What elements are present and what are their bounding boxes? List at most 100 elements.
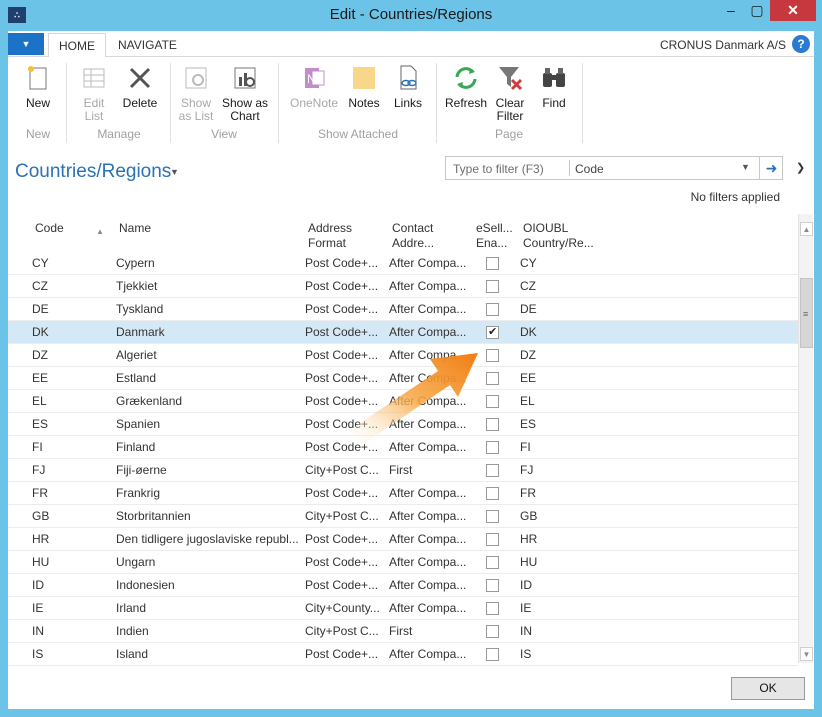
cell-address-format[interactable]: Post Code+... bbox=[305, 532, 381, 546]
tab-navigate[interactable]: NAVIGATE bbox=[108, 33, 187, 57]
cell-address-format[interactable]: Post Code+... bbox=[305, 302, 381, 316]
esell-checkbox[interactable] bbox=[486, 257, 499, 270]
arrow-right-icon[interactable]: ➜ bbox=[759, 157, 783, 179]
cell-address-format[interactable]: Post Code+... bbox=[305, 371, 381, 385]
cell-oioubl[interactable]: CZ bbox=[520, 279, 580, 293]
scroll-down-icon[interactable]: ▼ bbox=[800, 647, 813, 661]
cell-address-format[interactable]: Post Code+... bbox=[305, 647, 381, 661]
cell-oioubl[interactable]: FR bbox=[520, 486, 580, 500]
new-button[interactable]: New bbox=[20, 63, 56, 110]
cell-contact-address[interactable]: After Compa... bbox=[389, 532, 469, 546]
cell-contact-address[interactable]: After Compa... bbox=[389, 578, 469, 592]
esell-checkbox[interactable] bbox=[486, 510, 499, 523]
cell-oioubl[interactable]: DK bbox=[520, 325, 580, 339]
close-button[interactable]: ✕ bbox=[770, 0, 816, 21]
cell-code[interactable]: FR bbox=[32, 486, 92, 500]
cell-contact-address[interactable]: After Compa... bbox=[389, 371, 469, 385]
links-button[interactable]: Links bbox=[392, 63, 424, 110]
cell-code[interactable]: EE bbox=[32, 371, 92, 385]
column-header-esell[interactable]: eSell... Ena... bbox=[476, 221, 513, 251]
esell-checkbox[interactable] bbox=[486, 372, 499, 385]
table-row[interactable]: FI Finland Post Code+... After Compa... FI bbox=[8, 436, 798, 459]
cell-contact-address[interactable]: After Compa... bbox=[389, 647, 469, 661]
cell-code[interactable]: DK bbox=[32, 325, 92, 339]
cell-oioubl[interactable]: HU bbox=[520, 555, 580, 569]
filter-field-select[interactable]: Code bbox=[575, 162, 604, 176]
chevron-down-icon[interactable]: ▼ bbox=[741, 162, 750, 172]
cell-oioubl[interactable]: ES bbox=[520, 417, 580, 431]
esell-checkbox[interactable] bbox=[486, 648, 499, 661]
column-header-oioubl[interactable]: OIOUBL Country/Re... bbox=[523, 221, 594, 251]
cell-contact-address[interactable]: First bbox=[389, 624, 469, 638]
scroll-up-icon[interactable]: ▲ bbox=[800, 222, 813, 236]
cell-code[interactable]: EL bbox=[32, 394, 92, 408]
cell-contact-address[interactable]: After Compa... bbox=[389, 440, 469, 454]
cell-name[interactable]: Indonesien bbox=[116, 578, 298, 592]
refresh-button[interactable]: Refresh bbox=[444, 63, 488, 110]
onenote-button[interactable]: N OneNote bbox=[288, 63, 340, 110]
show-as-list-button[interactable]: Show as List bbox=[178, 63, 214, 123]
cell-name[interactable]: Storbritannien bbox=[116, 509, 298, 523]
table-row[interactable]: DK Danmark Post Code+... After Compa... DK bbox=[8, 321, 798, 344]
cell-address-format[interactable]: Post Code+... bbox=[305, 555, 381, 569]
esell-checkbox[interactable] bbox=[486, 349, 499, 362]
esell-checkbox[interactable] bbox=[486, 487, 499, 500]
cell-code[interactable]: HR bbox=[32, 532, 92, 546]
vertical-scrollbar[interactable]: ▲ ≡ ▼ bbox=[798, 214, 813, 663]
column-header-name[interactable]: Name bbox=[119, 221, 151, 236]
cell-oioubl[interactable]: DZ bbox=[520, 348, 580, 362]
cell-contact-address[interactable]: After Compa... bbox=[389, 256, 469, 270]
cell-address-format[interactable]: City+Post C... bbox=[305, 509, 381, 523]
cell-oioubl[interactable]: IN bbox=[520, 624, 580, 638]
cell-address-format[interactable]: Post Code+... bbox=[305, 394, 381, 408]
cell-contact-address[interactable]: After Compa... bbox=[389, 601, 469, 615]
cell-contact-address[interactable]: After Compa... bbox=[389, 555, 469, 569]
cell-code[interactable]: CY bbox=[32, 256, 92, 270]
cell-address-format[interactable]: Post Code+... bbox=[305, 440, 381, 454]
cell-code[interactable]: ID bbox=[32, 578, 92, 592]
collapse-chevron-icon[interactable]: ❯ bbox=[796, 161, 805, 174]
cell-oioubl[interactable]: FI bbox=[520, 440, 580, 454]
cell-oioubl[interactable]: EE bbox=[520, 371, 580, 385]
delete-button[interactable]: Delete bbox=[120, 63, 160, 110]
cell-name[interactable]: Danmark bbox=[116, 325, 298, 339]
table-row[interactable]: DZ Algeriet Post Code+... After Compa... DZ bbox=[8, 344, 798, 367]
cell-name[interactable]: Finland bbox=[116, 440, 298, 454]
cell-code[interactable]: GB bbox=[32, 509, 92, 523]
cell-name[interactable]: Cypern bbox=[116, 256, 298, 270]
cell-address-format[interactable]: Post Code+... bbox=[305, 417, 381, 431]
company-name[interactable]: CRONUS Danmark A/S bbox=[660, 38, 786, 52]
cell-address-format[interactable]: City+Post C... bbox=[305, 624, 381, 638]
cell-contact-address[interactable]: After Compa... bbox=[389, 417, 469, 431]
cell-code[interactable]: FI bbox=[32, 440, 92, 454]
cell-name[interactable]: Tjekkiet bbox=[116, 279, 298, 293]
table-row[interactable]: FR Frankrig Post Code+... After Compa... FR bbox=[8, 482, 798, 505]
find-button[interactable]: Find bbox=[538, 63, 570, 110]
cell-name[interactable]: Frankrig bbox=[116, 486, 298, 500]
table-row[interactable]: IN Indien City+Post C... First IN bbox=[8, 620, 798, 643]
cell-name[interactable]: Fiji-øerne bbox=[116, 463, 298, 477]
cell-oioubl[interactable]: IS bbox=[520, 647, 580, 661]
cell-contact-address[interactable]: After Compa... bbox=[389, 325, 469, 339]
cell-address-format[interactable]: Post Code+... bbox=[305, 578, 381, 592]
esell-checkbox[interactable] bbox=[486, 602, 499, 615]
column-header-address-format[interactable]: Address Format bbox=[308, 221, 352, 251]
table-row[interactable]: FJ Fiji-øerne City+Post C... First FJ bbox=[8, 459, 798, 482]
cell-code[interactable]: DE bbox=[32, 302, 92, 316]
esell-checkbox[interactable] bbox=[486, 464, 499, 477]
cell-name[interactable]: Grækenland bbox=[116, 394, 298, 408]
table-row[interactable]: GB Storbritannien City+Post C... After Comp… bbox=[8, 505, 798, 528]
cell-oioubl[interactable]: DE bbox=[520, 302, 580, 316]
esell-checkbox[interactable] bbox=[486, 418, 499, 431]
cell-address-format[interactable]: City+Post C... bbox=[305, 463, 381, 477]
cell-name[interactable]: Island bbox=[116, 647, 298, 661]
esell-checkbox[interactable] bbox=[486, 533, 499, 546]
cell-address-format[interactable]: Post Code+... bbox=[305, 348, 381, 362]
esell-checkbox[interactable] bbox=[486, 303, 499, 316]
cell-name[interactable]: Ungarn bbox=[116, 555, 298, 569]
table-row[interactable]: ID Indonesien Post Code+... After Compa... I… bbox=[8, 574, 798, 597]
cell-code[interactable]: FJ bbox=[32, 463, 92, 477]
cell-code[interactable]: CZ bbox=[32, 279, 92, 293]
cell-name[interactable]: Irland bbox=[116, 601, 298, 615]
cell-name[interactable]: Indien bbox=[116, 624, 298, 638]
